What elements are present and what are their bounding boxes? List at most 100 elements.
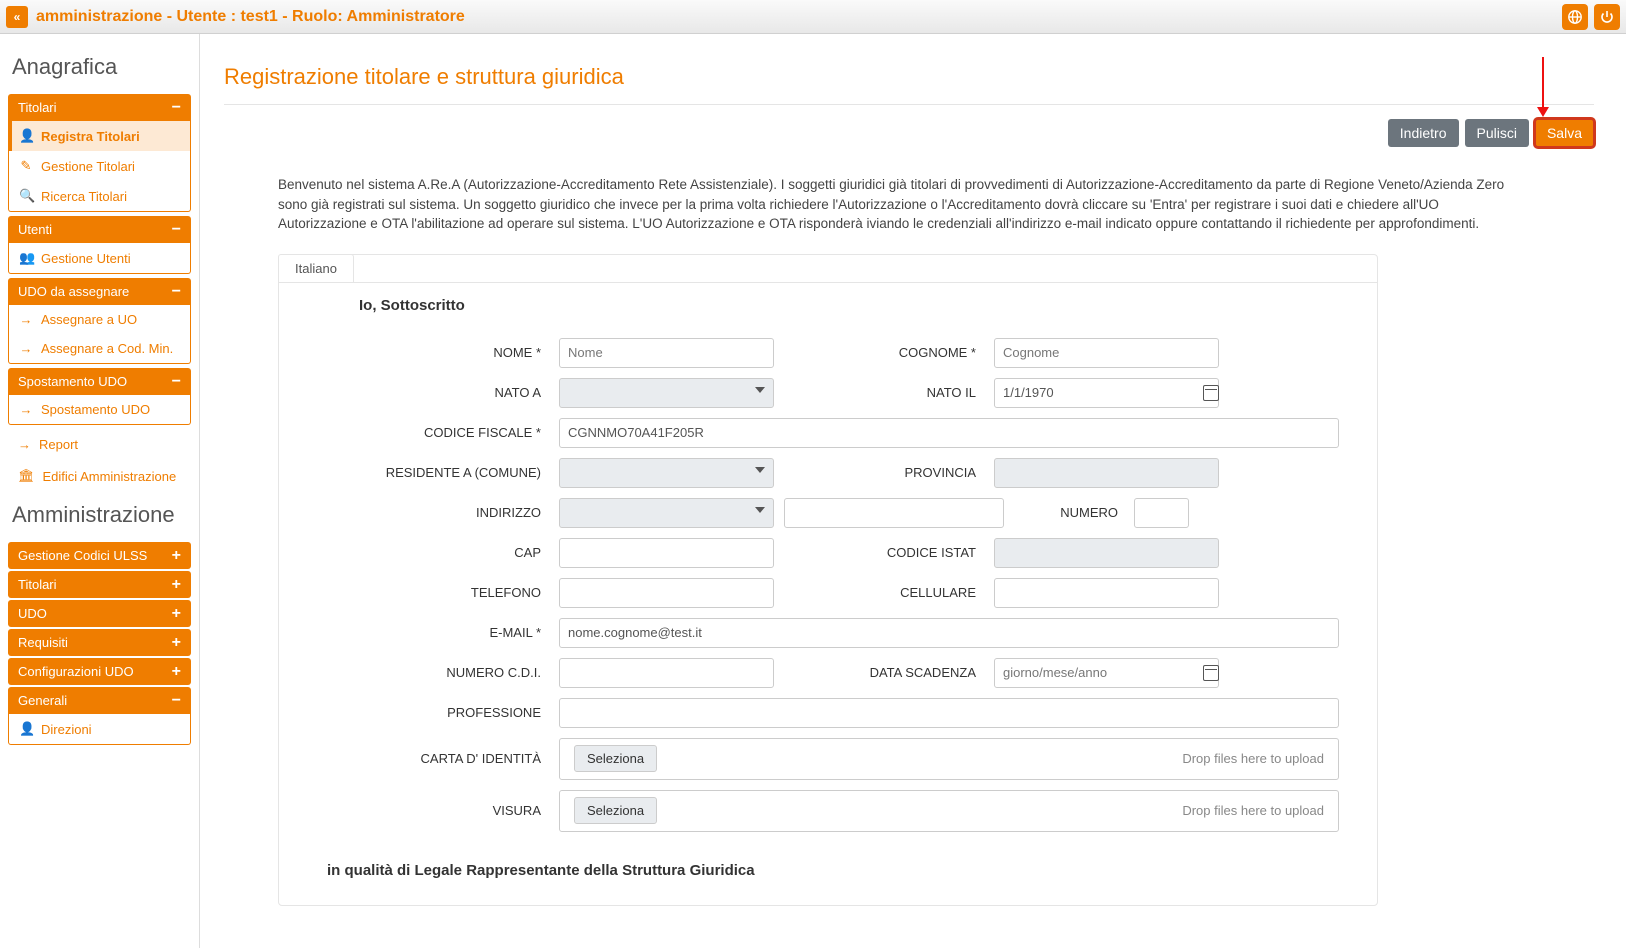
chevron-down-icon	[755, 467, 765, 473]
salva-button[interactable]: Salva	[1535, 119, 1594, 147]
sidebar: Anagrafica Titolari− 👤 Registra Titolari…	[0, 34, 200, 948]
main: Registrazione titolare e struttura giuri…	[200, 34, 1626, 948]
codice-istat-input	[994, 538, 1219, 568]
collapse-sidebar-button[interactable]: «	[6, 6, 28, 28]
visura-seleziona-button[interactable]: Seleziona	[574, 797, 657, 824]
professione-input[interactable]	[559, 698, 1339, 728]
label-numero: NUMERO	[1014, 505, 1124, 520]
drop-hint: Drop files here to upload	[1182, 803, 1324, 818]
nato-a-select[interactable]	[559, 378, 774, 408]
label-email: E-MAIL *	[359, 625, 549, 640]
section-heading-legale-rappresentante: in qualità di Legale Rappresentante dell…	[327, 862, 1339, 879]
sidebar-item-assegnare-uo[interactable]: → Assegnare a UO	[9, 305, 190, 334]
group-generali-header[interactable]: Generali−	[8, 687, 191, 714]
group-config-udo[interactable]: Configurazioni UDO+	[8, 658, 191, 685]
sidebar-item-gestione-titolari[interactable]: ✎ Gestione Titolari	[9, 151, 190, 181]
label-indirizzo: INDIRIZZO	[359, 505, 549, 520]
user-plus-icon: 👤	[19, 128, 33, 144]
label-nato-a: NATO A	[359, 385, 549, 400]
tab-italiano[interactable]: Italiano	[278, 254, 354, 282]
minus-icon: −	[172, 224, 181, 236]
plus-icon: +	[172, 550, 181, 562]
minus-icon: −	[172, 286, 181, 298]
plus-icon: +	[172, 608, 181, 620]
building-icon: 🏛	[18, 468, 35, 484]
nome-input[interactable]	[559, 338, 774, 368]
sidebar-item-spostamento-udo[interactable]: → Spostamento UDO	[9, 395, 190, 424]
drop-hint: Drop files here to upload	[1182, 751, 1324, 766]
codice-fiscale-input[interactable]	[559, 418, 1339, 448]
telefono-input[interactable]	[559, 578, 774, 608]
label-nato-il: NATO IL	[784, 385, 984, 400]
form-card: Italiano Io, Sottoscritto NOME * COGNOME…	[278, 254, 1378, 906]
group-titolari-admin[interactable]: Titolari+	[8, 571, 191, 598]
plus-icon: +	[172, 579, 181, 591]
nato-il-input[interactable]	[994, 378, 1219, 408]
group-requisiti[interactable]: Requisiti+	[8, 629, 191, 656]
label-data-scadenza: DATA SCADENZA	[784, 665, 984, 680]
group-codici-ulss[interactable]: Gestione Codici ULSS+	[8, 542, 191, 569]
indirizzo-select[interactable]	[559, 498, 774, 528]
label-professione: PROFESSIONE	[359, 705, 549, 720]
user-icon: 👤	[19, 721, 33, 737]
sidebar-link-report[interactable]: → Report	[8, 429, 191, 460]
label-telefono: TELEFONO	[359, 585, 549, 600]
sidebar-item-direzioni[interactable]: 👤 Direzioni	[9, 714, 190, 744]
power-icon[interactable]	[1594, 4, 1620, 30]
minus-icon: −	[172, 376, 181, 388]
page-title: Registrazione titolare e struttura giuri…	[224, 64, 1594, 90]
label-codice-fiscale: CODICE FISCALE *	[359, 425, 549, 440]
plus-icon: +	[172, 637, 181, 649]
cap-input[interactable]	[559, 538, 774, 568]
arrow-right-icon: →	[19, 402, 33, 417]
label-nome: NOME *	[359, 345, 549, 360]
data-scadenza-input[interactable]	[994, 658, 1219, 688]
email-input[interactable]	[559, 618, 1339, 648]
edit-icon: ✎	[19, 158, 33, 174]
carta-identita-dropzone[interactable]: Seleziona Drop files here to upload	[559, 738, 1339, 780]
sidebar-item-registra-titolari[interactable]: 👤 Registra Titolari	[9, 121, 190, 151]
sidebar-item-assegnare-cod-min[interactable]: → Assegnare a Cod. Min.	[9, 334, 190, 363]
residente-select[interactable]	[559, 458, 774, 488]
cognome-input[interactable]	[994, 338, 1219, 368]
cellulare-input[interactable]	[994, 578, 1219, 608]
indietro-button[interactable]: Indietro	[1388, 119, 1459, 147]
visura-dropzone[interactable]: Seleziona Drop files here to upload	[559, 790, 1339, 832]
label-residente: RESIDENTE A (COMUNE)	[359, 465, 549, 480]
label-cap: CAP	[359, 545, 549, 560]
topbar-title: amministrazione - Utente : test1 - Ruolo…	[36, 8, 465, 26]
sidebar-item-gestione-utenti[interactable]: 👥 Gestione Utenti	[9, 243, 190, 273]
section-heading-sottoscritto: Io, Sottoscritto	[359, 297, 1339, 314]
globe-icon[interactable]	[1562, 4, 1588, 30]
numero-cdi-input[interactable]	[559, 658, 774, 688]
numero-input[interactable]	[1134, 498, 1189, 528]
chevron-down-icon	[755, 507, 765, 513]
search-icon: 🔍	[19, 188, 33, 204]
label-numero-cdi: NUMERO C.D.I.	[359, 665, 549, 680]
group-udo[interactable]: UDO+	[8, 600, 191, 627]
minus-icon: −	[172, 695, 181, 707]
group-utenti-header[interactable]: Utenti−	[8, 216, 191, 243]
indirizzo-input[interactable]	[784, 498, 1004, 528]
sidebar-item-ricerca-titolari[interactable]: 🔍 Ricerca Titolari	[9, 181, 190, 211]
group-udo-assegnare-header[interactable]: UDO da assegnare−	[8, 278, 191, 305]
label-cognome: COGNOME *	[784, 345, 984, 360]
label-cellulare: CELLULARE	[784, 585, 984, 600]
sidebar-section-anagrafica: Anagrafica	[12, 54, 191, 80]
plus-icon: +	[172, 666, 181, 678]
intro-text: Benvenuto nel sistema A.Re.A (Autorizzaz…	[278, 175, 1518, 234]
pulisci-button[interactable]: Pulisci	[1465, 119, 1529, 147]
label-provincia: PROVINCIA	[784, 465, 984, 480]
label-codice-istat: CODICE ISTAT	[784, 545, 984, 560]
arrow-right-icon: →	[19, 312, 33, 327]
carta-identita-seleziona-button[interactable]: Seleziona	[574, 745, 657, 772]
chevron-down-icon	[755, 387, 765, 393]
label-carta-identita: CARTA D' IDENTITÀ	[359, 751, 549, 766]
group-titolari-header[interactable]: Titolari−	[8, 94, 191, 121]
label-visura: VISURA	[359, 803, 549, 818]
arrow-right-icon: →	[18, 437, 31, 452]
group-spostamento-header[interactable]: Spostamento UDO−	[8, 368, 191, 395]
minus-icon: −	[172, 102, 181, 114]
sidebar-link-edifici[interactable]: 🏛 Edifici Amministrazione	[8, 460, 191, 492]
sidebar-section-amministrazione: Amministrazione	[12, 502, 191, 528]
